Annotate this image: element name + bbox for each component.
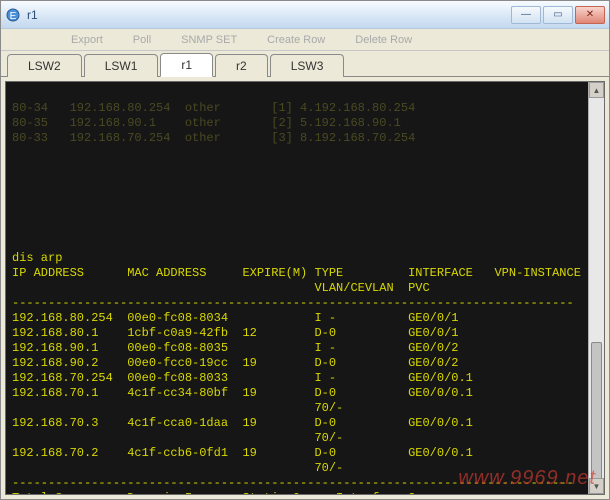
scroll-thumb[interactable] [591,342,602,482]
terminal-output[interactable]: 80-34 192.168.80.254 other [1] 4.192.168… [6,82,604,495]
ghost-btn: Delete Row [355,34,412,46]
ghost-btn: Create Row [267,34,325,46]
app-icon: E [5,7,21,23]
app-window: E r1 — ▭ ✕ Export Poll SNMP SET Create R… [0,0,610,500]
ghost-btn: SNMP SET [181,34,237,46]
ghost-btn: Export [71,34,103,46]
titlebar: E r1 — ▭ ✕ [1,1,609,29]
scroll-up-button[interactable]: ▲ [589,82,604,98]
minimize-button[interactable]: — [511,6,541,24]
tab-r2[interactable]: r2 [215,54,268,77]
background-toolbar: Export Poll SNMP SET Create Row Delete R… [1,29,609,51]
close-button[interactable]: ✕ [575,6,605,24]
scroll-down-button[interactable]: ▼ [589,478,604,494]
tab-lsw1[interactable]: LSW1 [84,54,159,77]
tab-lsw2[interactable]: LSW2 [7,54,82,77]
tab-strip: LSW2 LSW1 r1 r2 LSW3 [1,51,609,77]
window-controls: — ▭ ✕ [511,6,605,24]
terminal-area: 80-34 192.168.80.254 other [1] 4.192.168… [5,81,605,495]
maximize-button[interactable]: ▭ [543,6,573,24]
tab-lsw3[interactable]: LSW3 [270,54,345,77]
window-title: r1 [27,8,511,22]
svg-text:E: E [10,11,17,22]
tab-r1[interactable]: r1 [160,53,213,77]
ghost-btn: Poll [133,34,151,46]
vertical-scrollbar[interactable]: ▲ ▼ [588,82,604,494]
